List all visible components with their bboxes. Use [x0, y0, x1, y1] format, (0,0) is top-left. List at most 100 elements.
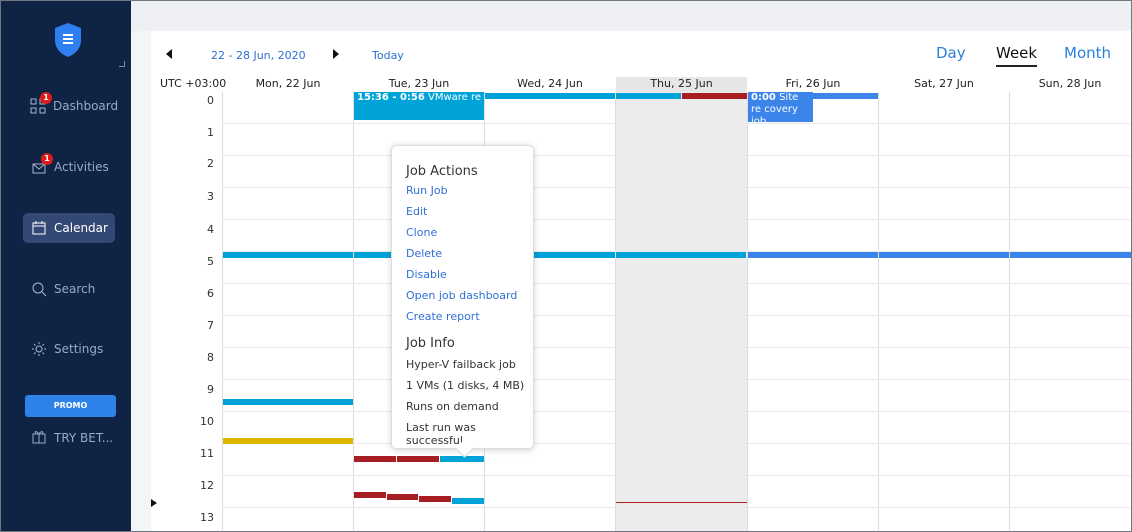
tab-month[interactable]: Month — [1064, 44, 1111, 62]
job-bar[interactable] — [223, 252, 353, 258]
disable-link[interactable]: Disable — [406, 268, 447, 281]
hour-grid-line — [222, 443, 1131, 444]
grid-column-divider — [878, 92, 879, 531]
hour-grid-line — [222, 475, 1131, 476]
app-window: 1 Dashboard 1 Activities Calendar Search — [0, 0, 1132, 532]
sidebar-item-label: Calendar — [54, 221, 108, 235]
timezone-label: UTC +03:00 — [160, 77, 227, 90]
job-info-title: Job Info — [406, 336, 455, 351]
clone-link[interactable]: Clone — [406, 226, 437, 239]
day-header-thu: Thu, 25 Jun — [616, 77, 747, 92]
sidebar-item-calendar[interactable]: Calendar — [23, 213, 115, 243]
hour-label: 10 — [200, 415, 214, 428]
promo-badge[interactable]: PROMO — [25, 395, 116, 417]
vmware-event-time: 15:36 - 0:56 — [357, 92, 425, 103]
hour-grid-line — [222, 283, 1131, 284]
try-beta-label: TRY BET... — [54, 430, 114, 445]
previous-week-icon[interactable] — [166, 49, 172, 59]
failed-job-bar[interactable] — [682, 93, 747, 99]
sidebar-item-settings[interactable]: Settings — [23, 334, 115, 364]
job-bar[interactable] — [748, 252, 878, 258]
job-bar[interactable] — [616, 252, 746, 258]
hour-grid-line — [222, 123, 1131, 124]
day-header-mon: Mon, 22 Jun — [255, 77, 321, 90]
current-time-pointer-icon — [151, 499, 157, 507]
hour-grid-line — [222, 155, 1131, 156]
current-time-line — [616, 502, 747, 503]
sidebar-item-activities[interactable]: 1 Activities — [23, 152, 115, 182]
search-icon — [30, 281, 47, 298]
main-area: 22 - 28 Jun, 2020 Today Day Week Month U… — [131, 1, 1131, 531]
gift-icon — [31, 428, 47, 447]
job-bar[interactable] — [485, 93, 615, 99]
selected-day-column — [616, 92, 747, 531]
job-bar[interactable] — [879, 252, 1009, 258]
failed-job-bar[interactable] — [354, 492, 386, 498]
run-job-link[interactable]: Run Job — [406, 184, 448, 197]
vmware-replication-event[interactable]: 15:36 - 0:56 VMware re — [354, 92, 484, 120]
vmware-event-title: VMware re — [428, 92, 482, 103]
site-recovery-job-event[interactable]: 0:00 Site re covery job — [748, 92, 813, 122]
job-bar[interactable] — [440, 456, 484, 462]
dashboard-notification-badge: 1 — [40, 91, 52, 104]
sidebar-item-label: Activities — [54, 160, 109, 174]
edit-link[interactable]: Edit — [406, 205, 427, 218]
failed-job-bar[interactable] — [419, 496, 451, 502]
calendar-icon — [30, 220, 47, 237]
hour-label: 9 — [207, 383, 214, 396]
sidebar-item-label: Settings — [54, 342, 104, 356]
hour-grid-line — [222, 379, 1131, 380]
top-strip — [131, 1, 1131, 31]
hour-label: 11 — [200, 447, 214, 460]
hour-grid-line — [222, 507, 1131, 508]
weekly-calendar: 22 - 28 Jun, 2020 Today Day Week Month U… — [151, 31, 1131, 531]
hour-label: 4 — [207, 223, 214, 236]
job-bar[interactable] — [223, 399, 353, 405]
day-header-sat: Sat, 27 Jun — [914, 77, 974, 90]
tab-week[interactable]: Week — [996, 44, 1038, 67]
sidebar-item-label: Search — [54, 282, 96, 296]
day-header-tue: Tue, 23 Jun — [388, 77, 450, 90]
hour-label: 6 — [207, 287, 214, 300]
job-bar[interactable] — [616, 93, 681, 99]
job-last-run-info: Last run was successful — [406, 421, 476, 447]
try-beta-item[interactable]: TRY BET... — [31, 428, 113, 447]
warning-job-bar[interactable] — [223, 438, 353, 444]
grid-column-divider — [1009, 92, 1010, 531]
hour-label: 3 — [207, 190, 214, 203]
collapse-corner-icon[interactable] — [119, 61, 125, 67]
job-type-info: Hyper-V failback job — [406, 358, 516, 371]
hour-label: 2 — [207, 157, 214, 170]
grid-column-divider — [353, 92, 354, 531]
failed-job-bar[interactable] — [354, 456, 396, 462]
open-job-dashboard-link[interactable]: Open job dashboard — [406, 289, 517, 302]
site-event-time: 0:00 — [751, 92, 776, 103]
day-header-sun: Sun, 28 Jun — [1038, 77, 1102, 90]
sidebar-item-dashboard[interactable]: 1 Dashboard — [23, 91, 119, 121]
hour-grid-line — [222, 411, 1131, 412]
next-week-icon[interactable] — [333, 49, 339, 59]
delete-link[interactable]: Delete — [406, 247, 442, 260]
activities-notification-badge: 1 — [41, 152, 53, 165]
sidebar-item-search[interactable]: Search — [23, 274, 115, 304]
grid-column-divider — [615, 92, 616, 531]
job-schedule-info: Runs on demand — [406, 400, 499, 413]
job-bar[interactable] — [813, 93, 878, 99]
sidebar: 1 Dashboard 1 Activities Calendar Search — [1, 1, 131, 531]
hour-label: 12 — [200, 479, 214, 492]
job-size-info: 1 VMs (1 disks, 4 MB) — [406, 379, 525, 392]
job-bar[interactable] — [452, 498, 484, 504]
tab-day[interactable]: Day — [936, 44, 966, 62]
sidebar-item-label: Dashboard — [53, 99, 119, 113]
failed-job-bar[interactable] — [397, 456, 439, 462]
settings-gear-icon — [30, 341, 47, 358]
dashboard-grid-icon: 1 — [30, 91, 52, 115]
date-range: 22 - 28 Jun, 2020 — [211, 49, 306, 62]
create-report-link[interactable]: Create report — [406, 310, 480, 323]
job-context-popup: Job Actions Run Job Edit Clone Delete Di… — [391, 145, 534, 449]
today-link[interactable]: Today — [372, 49, 404, 62]
failed-job-bar[interactable] — [387, 494, 418, 500]
job-bar[interactable] — [1010, 252, 1131, 258]
hour-label: 0 — [207, 94, 214, 107]
day-header-fri: Fri, 26 Jun — [785, 77, 841, 90]
